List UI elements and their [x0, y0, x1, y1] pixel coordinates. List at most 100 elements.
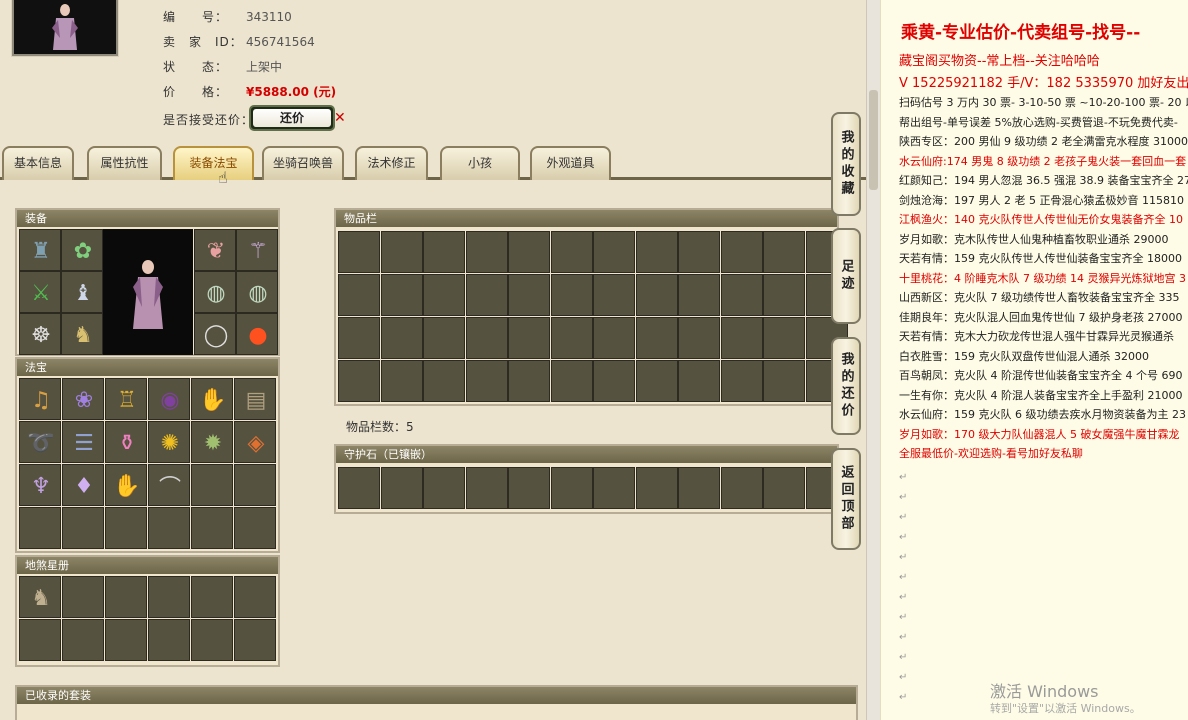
inventory-slot[interactable] — [508, 360, 550, 402]
fabao-slot[interactable]: ✋ — [191, 378, 233, 420]
equipment-slot[interactable]: ❦ — [194, 229, 236, 271]
inventory-slot[interactable] — [635, 360, 678, 402]
inventory-slot[interactable] — [380, 317, 423, 359]
fabao-slot[interactable] — [62, 507, 104, 549]
fabao-slot[interactable]: ◈ — [234, 421, 276, 463]
inventory-slot[interactable] — [678, 274, 720, 316]
inventory-slot[interactable] — [763, 317, 805, 359]
inventory-slot[interactable] — [465, 231, 508, 273]
fabao-slot[interactable] — [191, 507, 233, 549]
inventory-slot[interactable] — [380, 231, 423, 273]
tiansha-slot[interactable] — [234, 576, 276, 618]
fabao-slot[interactable]: ♫ — [19, 378, 61, 420]
tab-attributes[interactable]: 属性抗性 — [87, 146, 162, 180]
fabao-slot[interactable] — [19, 507, 61, 549]
inventory-slot[interactable] — [635, 231, 678, 273]
tab-basic-info[interactable]: 基本信息 — [2, 146, 74, 180]
guard-stone-slot[interactable] — [635, 467, 678, 509]
tab-appearance[interactable]: 外观道具 — [530, 146, 611, 180]
equipment-slot[interactable]: ⚚ — [236, 229, 278, 271]
inventory-slot[interactable] — [508, 274, 550, 316]
inventory-slot[interactable] — [763, 231, 805, 273]
guard-stone-slot[interactable] — [763, 467, 805, 509]
inventory-slot[interactable] — [380, 274, 423, 316]
inventory-slot[interactable] — [678, 231, 720, 273]
side-button-favorites[interactable]: 我的收藏 — [831, 112, 861, 216]
tiansha-slot[interactable]: ♞ — [19, 576, 61, 618]
inventory-slot[interactable] — [338, 231, 380, 273]
tab-child[interactable]: 小孩 — [440, 146, 520, 180]
fabao-slot[interactable] — [234, 507, 276, 549]
equipment-slot[interactable]: ♞ — [61, 313, 103, 355]
inventory-slot[interactable] — [423, 274, 465, 316]
scrollbar-left[interactable] — [866, 0, 880, 720]
inventory-slot[interactable] — [465, 317, 508, 359]
fabao-slot[interactable]: ✹ — [191, 421, 233, 463]
inventory-slot[interactable] — [720, 274, 763, 316]
equipment-slot[interactable]: ⚔ — [19, 271, 61, 313]
fabao-slot[interactable]: ☰ — [62, 421, 104, 463]
tab-mounts-pets[interactable]: 坐骑召唤兽 — [262, 146, 344, 180]
tiansha-slot[interactable] — [148, 619, 190, 661]
inventory-slot[interactable] — [720, 360, 763, 402]
inventory-slot[interactable] — [465, 274, 508, 316]
fabao-slot[interactable] — [105, 507, 147, 549]
guard-stone-slot[interactable] — [508, 467, 550, 509]
fabao-slot[interactable]: ♦ — [62, 464, 104, 506]
guard-stone-slot[interactable] — [720, 467, 763, 509]
scrollbar-thumb[interactable] — [869, 90, 878, 190]
guard-stone-slot[interactable] — [465, 467, 508, 509]
tab-spell-correction[interactable]: 法术修正 — [355, 146, 428, 180]
inventory-slot[interactable] — [423, 317, 465, 359]
tiansha-slot[interactable] — [19, 619, 61, 661]
tiansha-slot[interactable] — [234, 619, 276, 661]
guard-stone-slot[interactable] — [550, 467, 593, 509]
close-icon[interactable]: ✕ — [334, 110, 346, 126]
inventory-slot[interactable] — [763, 360, 805, 402]
equipment-slot[interactable]: ☸ — [19, 313, 61, 355]
inventory-slot[interactable] — [593, 317, 635, 359]
fabao-slot[interactable] — [234, 464, 276, 506]
equipment-slot[interactable]: ✿ — [61, 229, 103, 271]
tiansha-slot[interactable] — [62, 619, 104, 661]
equipment-slot[interactable]: ◯ — [194, 313, 236, 355]
tiansha-slot[interactable] — [191, 619, 233, 661]
inventory-slot[interactable] — [338, 360, 380, 402]
fabao-slot[interactable]: ⌒ — [148, 464, 190, 506]
fabao-slot[interactable]: ✋ — [105, 464, 147, 506]
inventory-slot[interactable] — [635, 274, 678, 316]
tiansha-slot[interactable] — [105, 576, 147, 618]
inventory-slot[interactable] — [550, 274, 593, 316]
side-button-back-to-top[interactable]: 返回顶部 — [831, 448, 861, 550]
tiansha-slot[interactable] — [148, 576, 190, 618]
inventory-slot[interactable] — [550, 360, 593, 402]
fabao-slot[interactable]: ♖ — [105, 378, 147, 420]
equipment-slot[interactable]: ◍ — [194, 271, 236, 313]
inventory-slot[interactable] — [508, 317, 550, 359]
inventory-slot[interactable] — [678, 317, 720, 359]
fabao-slot[interactable]: ❀ — [62, 378, 104, 420]
fabao-slot[interactable]: ✺ — [148, 421, 190, 463]
guard-stone-slot[interactable] — [678, 467, 720, 509]
fabao-slot[interactable]: ◉ — [148, 378, 190, 420]
inventory-slot[interactable] — [423, 360, 465, 402]
tiansha-slot[interactable] — [191, 576, 233, 618]
inventory-slot[interactable] — [593, 360, 635, 402]
guard-stone-slot[interactable] — [423, 467, 465, 509]
inventory-slot[interactable] — [550, 231, 593, 273]
inventory-slot[interactable] — [720, 317, 763, 359]
inventory-slot[interactable] — [763, 274, 805, 316]
fabao-slot[interactable] — [191, 464, 233, 506]
fabao-slot[interactable]: ⚱ — [105, 421, 147, 463]
inventory-slot[interactable] — [423, 231, 465, 273]
inventory-slot[interactable] — [338, 317, 380, 359]
inventory-slot[interactable] — [720, 231, 763, 273]
counter-offer-button[interactable]: 还价 — [249, 105, 335, 131]
guard-stone-slot[interactable] — [593, 467, 635, 509]
inventory-slot[interactable] — [508, 231, 550, 273]
guard-stone-slot[interactable] — [380, 467, 423, 509]
equipment-slot[interactable]: ◍ — [236, 271, 278, 313]
inventory-slot[interactable] — [635, 317, 678, 359]
equipment-slot[interactable]: ● — [236, 313, 278, 355]
tiansha-slot[interactable] — [105, 619, 147, 661]
